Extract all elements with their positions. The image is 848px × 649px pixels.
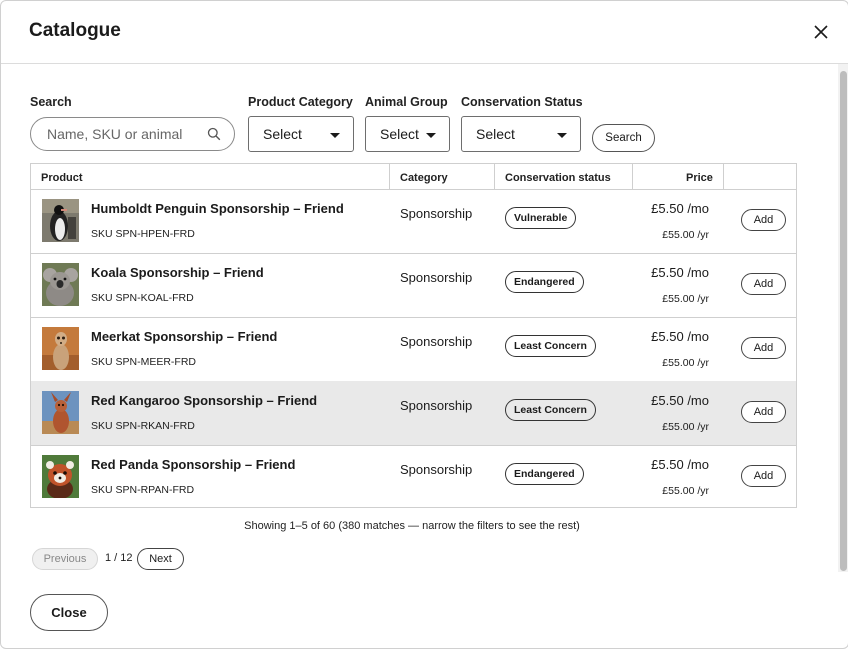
koala-image [42,263,79,306]
column-divider [632,164,633,189]
animal-select-value: Select [380,126,419,142]
header-product: Product [41,172,83,184]
status-badge: Endangered [505,463,584,485]
red-panda-image [42,455,79,498]
add-button[interactable]: Add [741,401,786,423]
header-price: Price [686,172,713,184]
column-divider [723,164,724,189]
page-indicator: 1 / 12 [105,552,133,564]
price-yearly: £55.00 /yr [662,229,709,241]
price-yearly: £55.00 /yr [662,421,709,433]
category-select[interactable]: Select [248,116,354,152]
product-category: Sponsorship [400,398,473,413]
search-label: Search [30,95,72,109]
product-name: Humboldt Penguin Sponsorship – Friend [91,201,344,216]
table-header: Product Category Conservation status Pri… [31,164,796,190]
close-icon[interactable] [810,21,832,43]
status-select-value: Select [476,126,515,142]
meerkat-image [42,327,79,370]
catalogue-dialog: Catalogue Search Product Category Select… [0,0,848,649]
add-button[interactable]: Add [741,465,786,487]
status-badge: Least Concern [505,399,596,421]
price-monthly: £5.50 /mo [651,393,709,408]
price-yearly: £55.00 /yr [662,357,709,369]
add-button[interactable]: Add [741,337,786,359]
product-category: Sponsorship [400,334,473,349]
table-row: Red Panda Sponsorship – Friend SKU SPN-R… [31,445,796,509]
product-name: Red Panda Sponsorship – Friend [91,457,296,472]
add-button[interactable]: Add [741,273,786,295]
product-sku: SKU SPN-KOAL-FRD [91,292,194,304]
product-name: Meerkat Sponsorship – Friend [91,329,278,344]
penguin-image [42,199,79,242]
dialog-header: Catalogue [1,1,848,64]
product-sku: SKU SPN-RPAN-FRD [91,484,195,496]
price-yearly: £55.00 /yr [662,293,709,305]
header-category: Category [400,172,448,184]
status-badge: Least Concern [505,335,596,357]
price-monthly: £5.50 /mo [651,457,709,472]
product-name: Red Kangaroo Sponsorship – Friend [91,393,318,408]
product-name: Koala Sponsorship – Friend [91,265,264,280]
results-summary: Showing 1–5 of 60 (380 matches — narrow … [244,520,580,532]
price-monthly: £5.50 /mo [651,265,709,280]
product-sku: SKU SPN-HPEN-FRD [91,228,195,240]
caret-down-icon [330,133,340,138]
category-filter-label: Product Category [248,95,353,109]
kangaroo-image [42,391,79,434]
table-row: Red Kangaroo Sponsorship – Friend SKU SP… [31,381,796,446]
product-sku: SKU SPN-MEER-FRD [91,356,197,368]
search-input[interactable] [45,125,199,143]
search-field[interactable] [30,117,235,151]
product-table: Product Category Conservation status Pri… [30,163,797,508]
column-divider [494,164,495,189]
status-badge: Vulnerable [505,207,577,229]
product-sku: SKU SPN-RKAN-FRD [91,420,195,432]
close-button[interactable]: Close [30,594,108,631]
category-select-value: Select [263,126,302,142]
price-yearly: £55.00 /yr [662,485,709,497]
add-button[interactable]: Add [741,209,786,231]
status-badge: Endangered [505,271,584,293]
search-icon [207,127,221,146]
animal-filter-label: Animal Group [365,95,448,109]
price-monthly: £5.50 /mo [651,201,709,216]
caret-down-icon [557,133,567,138]
scrollbar-thumb[interactable] [840,71,847,571]
table-row: Meerkat Sponsorship – Friend SKU SPN-MEE… [31,317,796,382]
search-button[interactable]: Search [592,124,655,152]
caret-down-icon [426,133,436,138]
table-row: Humboldt Penguin Sponsorship – Friend SK… [31,189,796,254]
status-filter-label: Conservation Status [461,95,583,109]
conservation-status-select[interactable]: Select [461,116,581,152]
price-monthly: £5.50 /mo [651,329,709,344]
product-category: Sponsorship [400,206,473,221]
product-category: Sponsorship [400,462,473,477]
dialog-title: Catalogue [29,20,121,41]
next-page-button[interactable]: Next [137,548,184,570]
previous-page-button[interactable]: Previous [32,548,98,570]
header-conservation-status: Conservation status [505,172,611,184]
animal-group-select[interactable]: Select [365,116,450,152]
product-category: Sponsorship [400,270,473,285]
table-row: Koala Sponsorship – Friend SKU SPN-KOAL-… [31,253,796,318]
column-divider [389,164,390,189]
